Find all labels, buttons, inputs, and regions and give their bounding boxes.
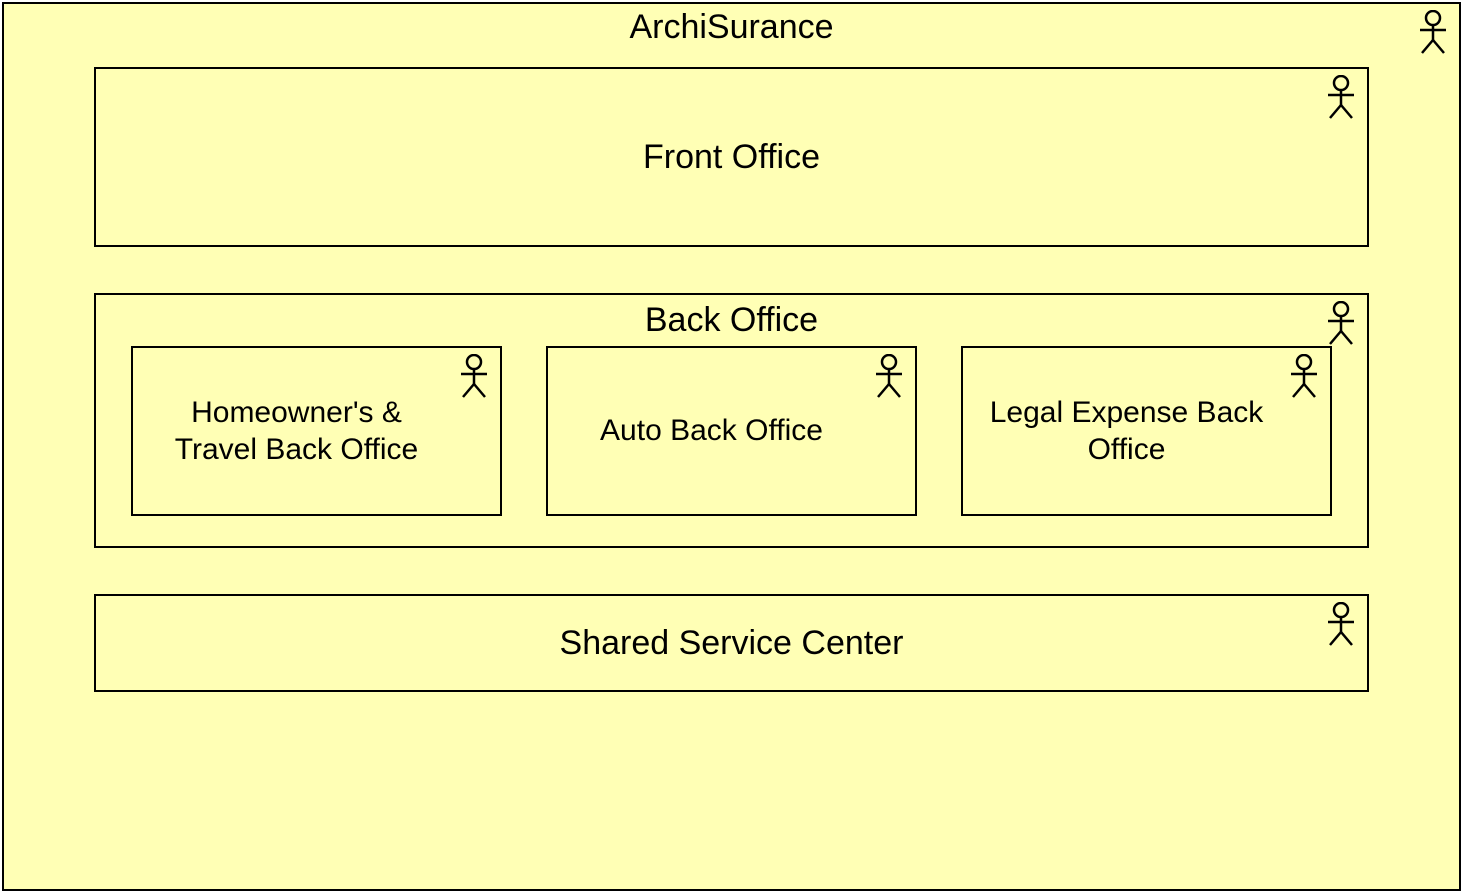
shared-service-center-title: Shared Service Center — [96, 596, 1367, 690]
actor-icon — [456, 354, 492, 403]
actor-icon — [1323, 301, 1359, 350]
auto-back-office-actor: Auto Back Office — [546, 346, 917, 516]
legal-expense-back-office-actor: Legal Expense Back Office — [961, 346, 1332, 516]
actor-icon — [1415, 10, 1451, 59]
actor-icon — [871, 354, 907, 403]
actor-icon — [1286, 354, 1322, 403]
front-office-actor: Front Office — [94, 67, 1369, 247]
back-office-title: Back Office — [131, 301, 1332, 340]
homeowners-travel-label: Homeowner's & Travel Back Office — [133, 348, 500, 514]
back-office-actor: Back Office Homeowner's & Travel Back Of… — [94, 293, 1369, 548]
archisurance-actor: ArchiSurance Front Office — [2, 2, 1461, 891]
legal-expense-label: Legal Expense Back Office — [963, 348, 1330, 514]
homeowners-travel-back-office-actor: Homeowner's & Travel Back Office — [131, 346, 502, 516]
archisurance-title: ArchiSurance — [4, 4, 1459, 47]
front-office-title: Front Office — [96, 69, 1367, 245]
auto-back-office-label: Auto Back Office — [548, 348, 915, 514]
actor-icon — [1323, 602, 1359, 651]
actor-icon — [1323, 75, 1359, 124]
shared-service-center-actor: Shared Service Center — [94, 594, 1369, 692]
